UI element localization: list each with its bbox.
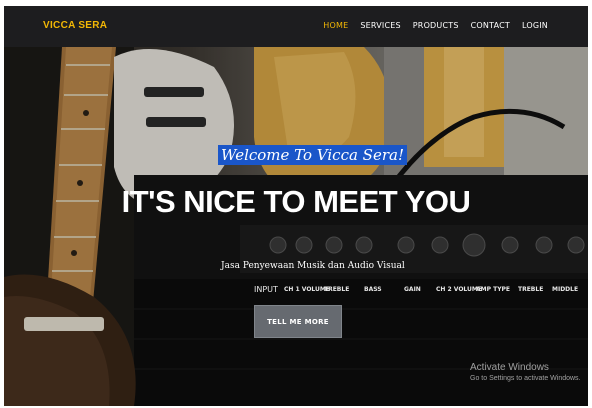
browser-viewport: VICCA SERA HOME SERVICES PRODUCTS CONTAC… [4, 6, 588, 406]
brand-logo[interactable]: VICCA SERA [43, 20, 107, 31]
tell-me-more-button[interactable]: TELL ME MORE [254, 305, 342, 338]
nav-menu: HOME SERVICES PRODUCTS CONTACT LOGIN [323, 21, 548, 30]
welcome-text: Welcome To Vicca Sera! [218, 145, 407, 165]
activate-windows-watermark: Activate Windows Go to Settings to activ… [470, 362, 581, 382]
amp-label-gain: GAIN [404, 286, 421, 293]
amp-label-treble: TREBLE [324, 286, 350, 293]
amp-label-input: INPUT [254, 285, 278, 294]
amp-label-treble-2: TREBLE [518, 286, 544, 293]
watermark-title: Activate Windows [470, 362, 549, 373]
hero-headline: IT'S NICE TO MEET YOU [121, 184, 471, 219]
navbar: VICCA SERA HOME SERVICES PRODUCTS CONTAC… [4, 6, 588, 47]
nav-link-contact[interactable]: CONTACT [471, 21, 510, 30]
nav-link-services[interactable]: SERVICES [360, 21, 400, 30]
hero-subtitle: Jasa Penyewaan Musik dan Audio Visual [221, 261, 405, 271]
amp-label-middle: MIDDLE [552, 286, 579, 293]
hero-overlay [4, 47, 588, 406]
amp-label-bass: BASS [364, 286, 382, 293]
nav-link-login[interactable]: LOGIN [522, 21, 548, 30]
nav-link-products[interactable]: PRODUCTS [413, 21, 459, 30]
amp-panel-labels: INPUT CH 1 VOLUME TREBLE BASS GAIN CH 2 … [242, 285, 588, 302]
amp-label-amp-type: AMP TYPE [476, 286, 511, 293]
watermark-subtitle: Go to Settings to activate Windows. [470, 375, 581, 382]
nav-link-home[interactable]: HOME [323, 21, 348, 30]
hero-section: Welcome To Vicca Sera! IT'S NICE TO MEET… [4, 47, 588, 406]
